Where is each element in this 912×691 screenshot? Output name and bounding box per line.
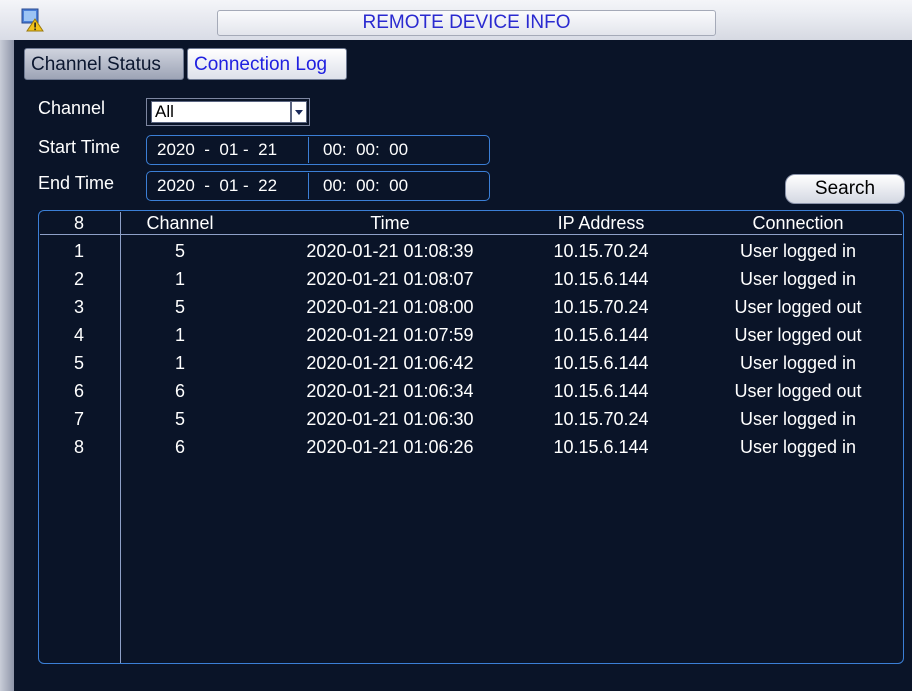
start-time-label: Start Time [38,137,121,157]
row-channel: 5 [174,241,185,261]
row-ip-address: 10.15.6.144 [553,381,649,401]
channel-label: Channel [38,98,106,118]
table-row[interactable]: 6 6 2020-01-21 01:06:34 10.15.6.144 User… [38,377,904,405]
row-ip-address: 10.15.70.24 [553,241,649,261]
header-divider [40,234,902,235]
row-index: 4 [73,325,84,345]
window-frame-left [0,40,14,691]
row-connection: User logged out [734,297,862,317]
start-time-field[interactable]: 2020 - 01 - 21 00: 00: 00 [146,135,490,165]
row-ip-address: 10.15.6.144 [553,353,649,373]
end-time-label: End Time [38,173,115,193]
row-time: 2020-01-21 01:08:39 [306,241,474,261]
header-count[interactable]: 8 [38,212,120,234]
row-time: 2020-01-21 01:07:59 [306,325,474,345]
window-title: REMOTE DEVICE INFO [217,10,716,36]
row-ip-address: 10.15.70.24 [553,409,649,429]
row-index: 5 [73,353,84,373]
row-channel: 6 [174,437,185,457]
row-connection: User logged in [739,437,857,457]
row-time: 2020-01-21 01:08:00 [306,297,474,317]
row-ip-address: 10.15.6.144 [553,269,649,289]
channel-dropdown[interactable]: All [146,98,310,126]
row-ip-address: 10.15.6.144 [553,325,649,345]
row-connection: User logged in [739,241,857,261]
row-time: 2020-01-21 01:06:42 [306,353,474,373]
row-channel: 1 [174,325,185,345]
row-connection: User logged in [739,353,857,373]
table-row[interactable]: 1 5 2020-01-21 01:08:39 10.15.70.24 User… [38,237,904,265]
row-channel: 1 [174,269,185,289]
row-ip-address: 10.15.6.144 [553,437,649,457]
table-header: 8 Channel Time IP Address Connection [38,212,904,234]
row-connection: User logged out [734,381,862,401]
header-connection[interactable]: Connection [678,212,912,234]
table-row[interactable]: 7 5 2020-01-21 01:06:30 10.15.70.24 User… [38,405,904,433]
row-index: 6 [73,381,84,401]
row-time: 2020-01-21 01:06:34 [306,381,474,401]
channel-dropdown-value: All [151,101,291,123]
row-index: 8 [73,437,84,457]
search-button[interactable]: Search [785,174,905,204]
end-clock-input[interactable]: 00: 00: 00 [323,175,408,197]
row-index: 3 [73,297,84,317]
row-channel: 1 [174,353,185,373]
field-divider [308,137,309,163]
tab-channel-status[interactable]: Channel Status [24,48,184,80]
chevron-down-icon[interactable] [291,101,307,123]
row-channel: 5 [174,297,185,317]
header-ip-address[interactable]: IP Address [498,212,704,234]
row-index: 7 [73,409,84,429]
table-row[interactable]: 2 1 2020-01-21 01:08:07 10.15.6.144 User… [38,265,904,293]
header-channel[interactable]: Channel [120,212,240,234]
start-date-input[interactable]: 2020 - 01 - 21 [157,139,277,161]
row-connection: User logged out [734,325,862,345]
start-clock-input[interactable]: 00: 00: 00 [323,139,408,161]
table-row[interactable]: 5 1 2020-01-21 01:06:42 10.15.6.144 User… [38,349,904,377]
title-bar: REMOTE DEVICE INFO [0,0,912,40]
header-time[interactable]: Time [240,212,540,234]
end-time-field[interactable]: 2020 - 01 - 22 00: 00: 00 [146,171,490,201]
row-ip-address: 10.15.70.24 [553,297,649,317]
row-channel: 5 [174,409,185,429]
row-time: 2020-01-21 01:06:26 [306,437,474,457]
row-time: 2020-01-21 01:08:07 [306,269,474,289]
table-row[interactable]: 4 1 2020-01-21 01:07:59 10.15.6.144 User… [38,321,904,349]
bottom-bar [14,670,912,691]
row-channel: 6 [174,381,185,401]
end-date-input[interactable]: 2020 - 01 - 22 [157,175,277,197]
table-row[interactable]: 8 6 2020-01-21 01:06:26 10.15.6.144 User… [38,433,904,461]
row-connection: User logged in [739,409,857,429]
app-warning-icon [21,8,44,32]
title-bar-decoration [716,10,912,40]
row-time: 2020-01-21 01:06:30 [306,409,474,429]
row-index: 1 [73,241,84,261]
row-connection: User logged in [739,269,857,289]
tab-connection-log[interactable]: Connection Log [187,48,347,80]
table-row[interactable]: 3 5 2020-01-21 01:08:00 10.15.70.24 User… [38,293,904,321]
field-divider [308,173,309,199]
row-index: 2 [73,269,84,289]
